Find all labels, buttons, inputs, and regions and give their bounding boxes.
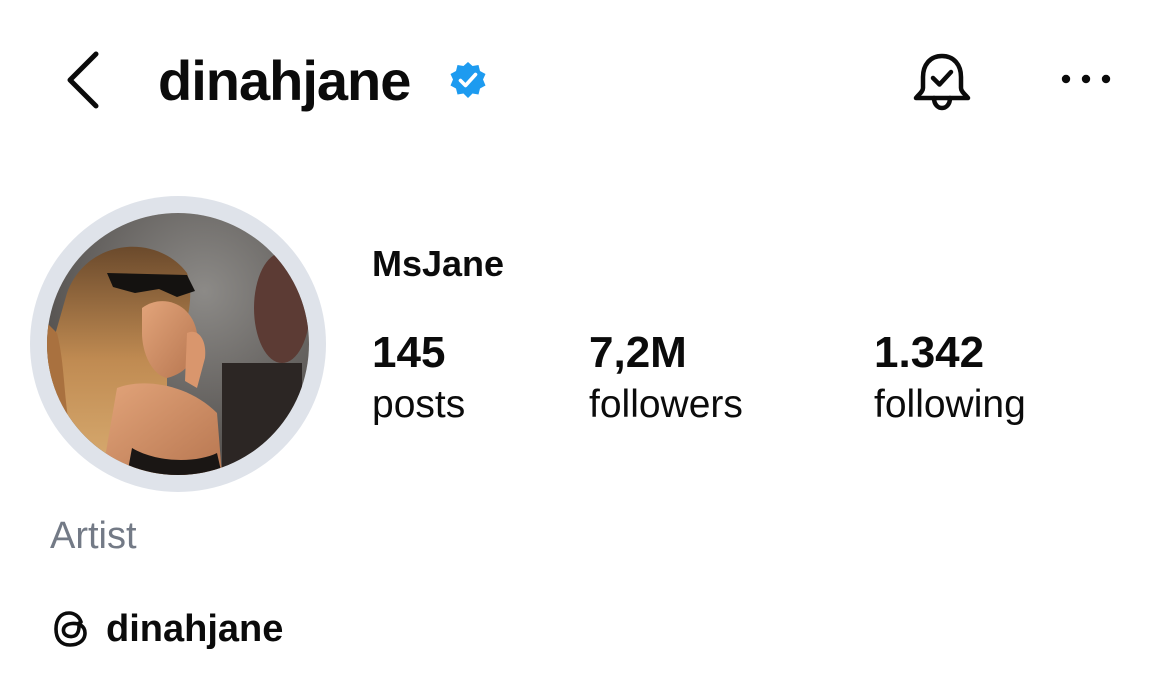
threads-icon bbox=[54, 611, 87, 647]
more-options-button[interactable] bbox=[1056, 64, 1116, 94]
verified-badge-icon bbox=[450, 62, 486, 98]
threads-handle: dinahjane bbox=[106, 608, 284, 650]
profile-photo bbox=[47, 213, 309, 475]
chevron-left-icon bbox=[67, 51, 99, 109]
back-button[interactable] bbox=[58, 48, 108, 112]
notifications-button[interactable] bbox=[908, 48, 976, 116]
profile-category: Artist bbox=[50, 515, 137, 557]
stat-following[interactable]: 1.342 following bbox=[874, 326, 1026, 430]
more-horizontal-icon bbox=[1061, 74, 1111, 84]
stat-posts[interactable]: 145 posts bbox=[372, 326, 465, 430]
avatar[interactable] bbox=[47, 213, 309, 475]
avatar-story-ring[interactable] bbox=[30, 196, 326, 492]
bell-check-icon bbox=[913, 53, 971, 111]
threads-link[interactable]: dinahjane bbox=[50, 604, 283, 654]
header-username: dinahjane bbox=[158, 49, 411, 112]
stat-followers[interactable]: 7,2M followers bbox=[589, 326, 743, 430]
posts-count: 145 bbox=[372, 328, 446, 377]
followers-count: 7,2M bbox=[589, 328, 687, 377]
followers-label: followers bbox=[589, 383, 743, 426]
following-count: 1.342 bbox=[874, 328, 985, 377]
posts-label: posts bbox=[372, 383, 466, 426]
display-name: MsJane bbox=[372, 243, 505, 284]
following-label: following bbox=[874, 383, 1026, 426]
profile-header: dinahjane bbox=[0, 0, 1169, 160]
